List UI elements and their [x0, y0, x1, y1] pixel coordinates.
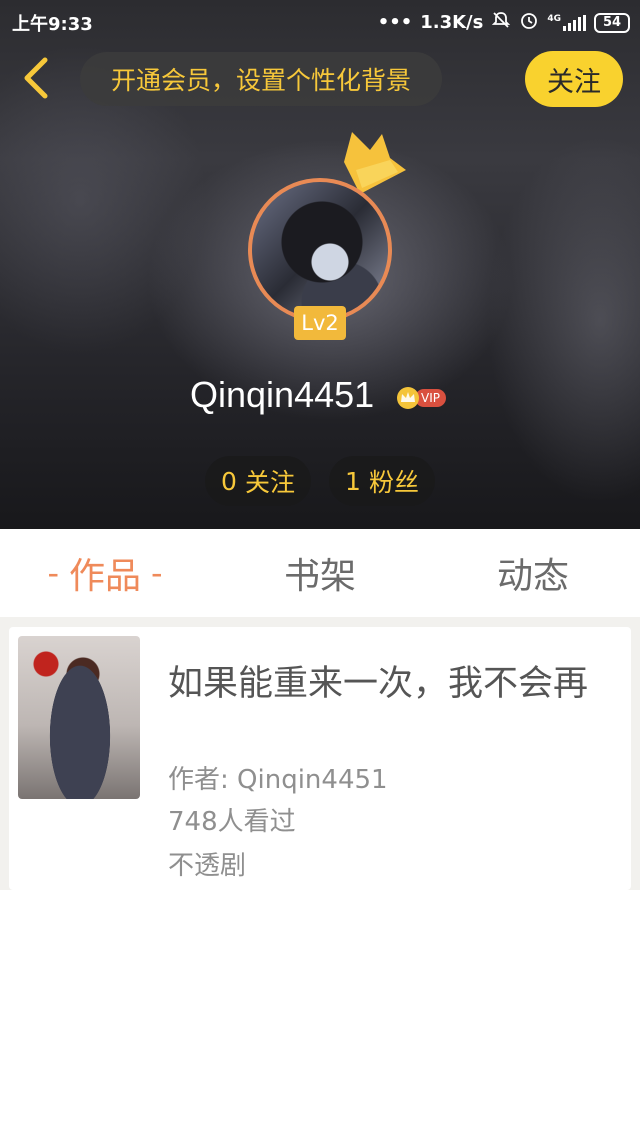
profile-header: 上午9:33 ••• 1.3K/s 4G 54 开通会员，设置个性化背景 关注 …	[0, 0, 640, 529]
promo-text: 开通会员，设置个性化背景	[110, 66, 411, 95]
following-count-button[interactable]: 0 关注	[205, 456, 311, 506]
work-author: 作者: Qinqin4451	[168, 765, 388, 795]
status-time: 上午9:33	[12, 14, 93, 35]
fans-label: 粉丝	[368, 468, 419, 497]
tab-active-indicator-left: -	[47, 554, 59, 592]
avatar-container[interactable]	[248, 178, 394, 324]
tab-works-label: 作品	[68, 556, 141, 597]
level-label: Lv2	[301, 311, 339, 335]
work-cover-image[interactable]	[18, 636, 140, 799]
status-icons: ••• 1.3K/s 4G 54	[378, 10, 630, 35]
alarm-icon	[519, 10, 539, 35]
tab-bookshelf[interactable]: 书架	[245, 529, 395, 617]
work-tag: 不透剧	[168, 851, 247, 881]
vip-label: VIP	[415, 389, 446, 407]
battery-icon: 54	[594, 12, 630, 33]
network-speed: 1.3K/s	[420, 12, 484, 33]
work-title: 如果能重来一次，我不会再	[168, 664, 589, 699]
tab-activity[interactable]: 动态	[458, 529, 608, 617]
chevron-left-icon	[24, 57, 48, 99]
level-badge: Lv2	[294, 306, 346, 340]
work-card[interactable]: 如果能重来一次，我不会再 作者: Qinqin4451 748人看过 不透剧	[9, 627, 631, 890]
vip-crown-icon	[397, 387, 419, 409]
tab-works[interactable]: - 作品 -	[30, 529, 180, 617]
vip-badge[interactable]: VIP	[397, 387, 449, 409]
mute-bell-icon	[491, 10, 511, 35]
status-bar: 上午9:33 ••• 1.3K/s 4G 54	[0, 0, 640, 44]
signal-icon: 4G	[547, 13, 586, 31]
following-count: 0	[221, 466, 237, 496]
tab-active-indicator-right: -	[151, 554, 163, 592]
follow-button[interactable]: 关注	[525, 51, 623, 107]
avatar[interactable]	[248, 178, 392, 322]
tab-bookshelf-label: 书架	[283, 556, 356, 597]
fans-count: 1	[345, 466, 361, 496]
back-button[interactable]	[14, 56, 58, 100]
tab-activity-label: 动态	[496, 556, 569, 597]
work-views: 748人看过	[168, 807, 296, 837]
battery-level: 54	[602, 15, 622, 30]
username: Qinqin4451	[190, 374, 375, 415]
vip-promo-button[interactable]: 开通会员，设置个性化背景	[80, 52, 442, 106]
network-type: 4G	[547, 13, 561, 24]
profile-tabs: - 作品 - 书架 动态	[0, 529, 640, 617]
fans-count-button[interactable]: 1 粉丝	[329, 456, 435, 506]
following-label: 关注	[244, 468, 295, 497]
follow-label: 关注	[547, 66, 601, 98]
dots-icon: •••	[377, 12, 413, 33]
